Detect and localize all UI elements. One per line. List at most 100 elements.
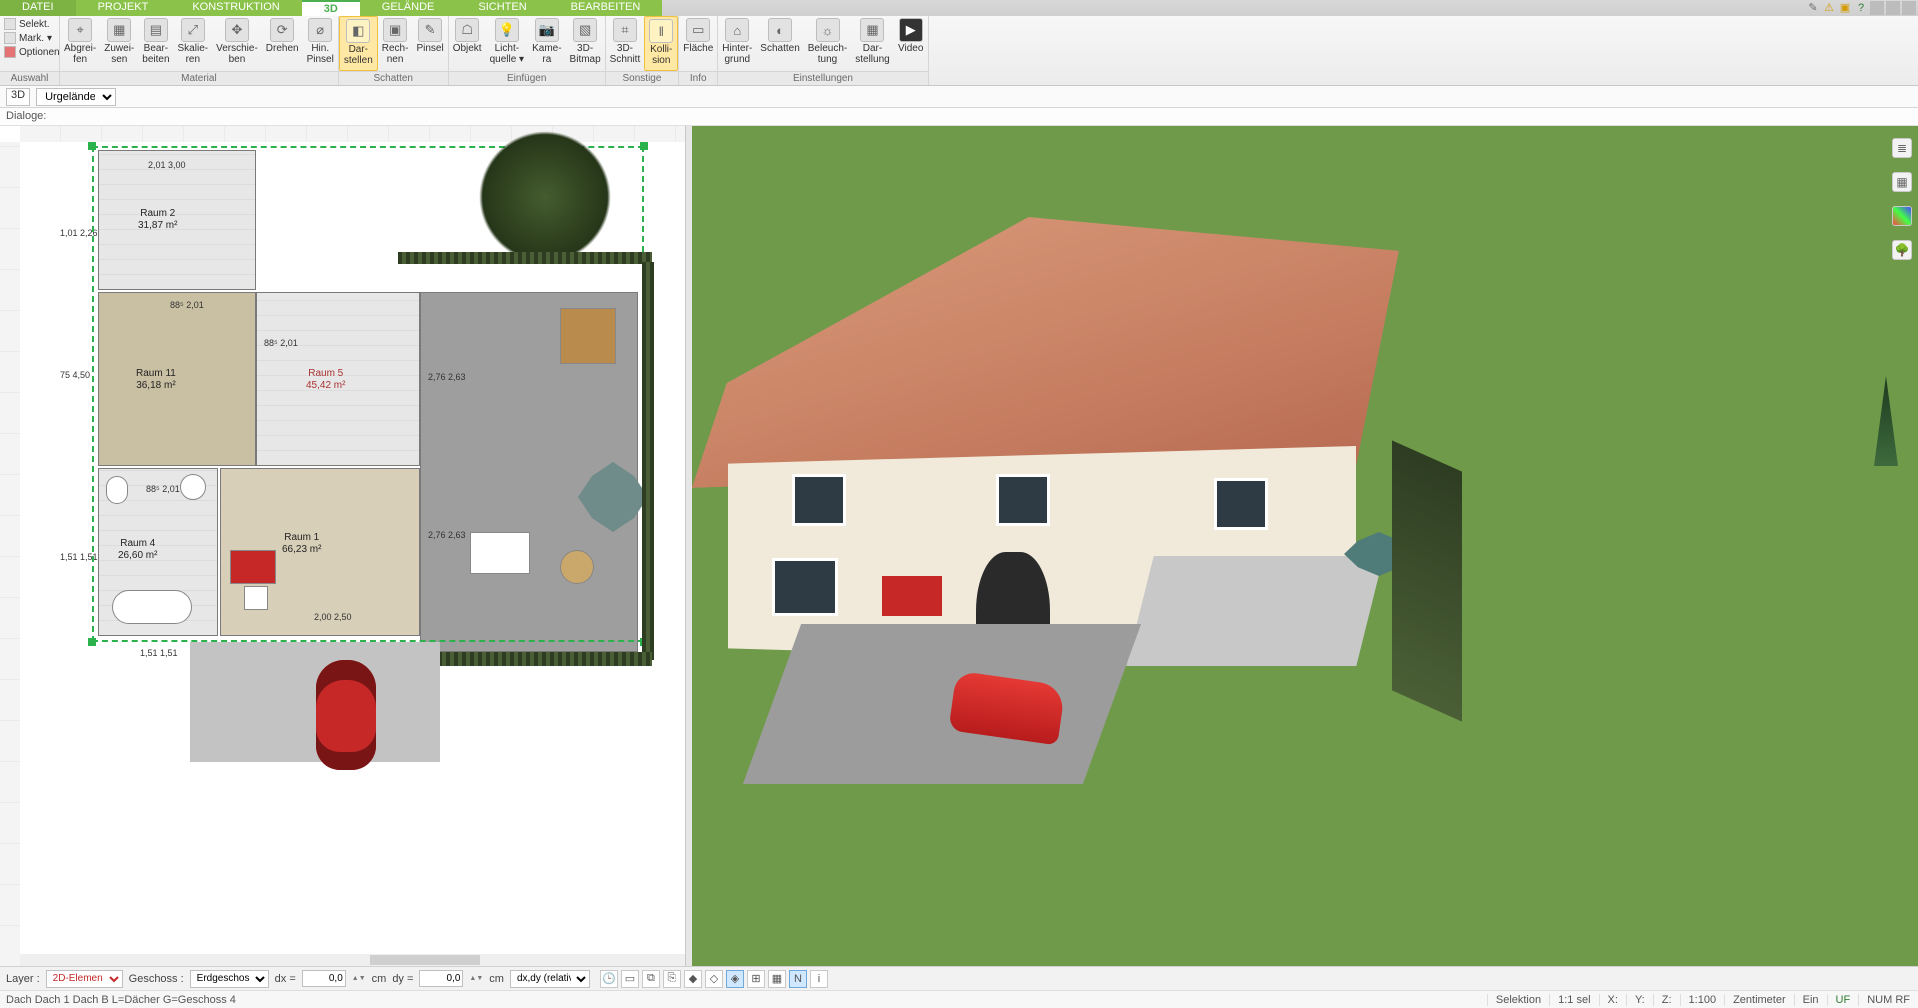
hedge-top [398,252,652,264]
3d-view[interactable]: ≣ ▦ 🌳 [692,126,1918,966]
armchair-icon[interactable]: ▦ [1892,172,1912,192]
kamera-button[interactable]: 📷Kame- ra [528,16,565,71]
geschoss-label: Geschoss : [129,973,184,985]
plan-scrollbar-h[interactable] [20,954,685,966]
tab-projekt[interactable]: PROJEKT [76,0,171,16]
group-label-auswahl: Auswahl [0,71,59,85]
tab-bearbeiten[interactable]: BEARBEITEN [549,0,663,16]
layer-label: Layer : [6,973,40,985]
close-button[interactable] [1902,1,1916,15]
tab-sichten[interactable]: SICHTEN [456,0,548,16]
clock-icon[interactable]: 🕒 [600,970,618,988]
objekt-button[interactable]: ☖Objekt [449,16,486,71]
snap3-icon[interactable]: ◈ [726,970,744,988]
screen-icon[interactable]: ▭ [621,970,639,988]
maximize-button[interactable] [1886,1,1900,15]
status-ein: Ein [1794,994,1827,1006]
cursor-icon [4,18,16,30]
main-split: 1,01 2,26 75 4,50 1,51 1,51 Raum 231,87 … [0,126,1918,966]
handle-tr[interactable] [640,142,648,150]
lichtquelle-button[interactable]: 💡Licht- quelle ▾ [486,16,529,71]
rechnen-button[interactable]: ▣Rech- nen [378,16,413,71]
tab-3d[interactable]: 3D [302,0,360,16]
info-icon[interactable]: i [810,970,828,988]
snap4-icon[interactable]: ⊞ [747,970,765,988]
schnitt-button[interactable]: ⌗3D- Schnitt [606,16,645,71]
cube-icon: ◧ [346,19,370,43]
bitmap-icon: ▧ [573,18,597,42]
rotate-icon: ⟳ [270,18,294,42]
dy-input[interactable] [419,970,463,987]
tree-tool-icon[interactable]: 🌳 [1892,240,1912,260]
dx-spinner[interactable]: ▲▼ [352,975,366,982]
group-label-sonstige: Sonstige [606,71,679,85]
skalieren-button[interactable]: ⤢Skalie- ren [174,16,213,71]
snap2-icon[interactable]: ◇ [705,970,723,988]
tab-konstruktion[interactable]: KONSTRUKTION [170,0,301,16]
group-label-einstellungen: Einstellungen [718,71,927,85]
darstellung-button[interactable]: ▦Dar- stellung [851,16,893,71]
handle-bl[interactable] [88,638,96,646]
folder-icon[interactable]: ▣ [1838,1,1852,15]
minimize-button[interactable] [1870,1,1884,15]
snap-icons: 🕒 ▭ ⧉ ⎘ ◆ ◇ ◈ ⊞ ▦ N i [600,970,828,988]
tab-gelaende[interactable]: GELÄNDE [360,0,457,16]
bearbeiten-button[interactable]: ▤Bear- beiten [138,16,173,71]
n-toggle[interactable]: N [789,970,807,988]
move-icon: ✥ [225,18,249,42]
zuweisen-button[interactable]: ▦Zuwei- sen [100,16,138,71]
pencil-icon[interactable]: ✎ [1806,1,1820,15]
darstellen-button[interactable]: ◧Dar- stellen [339,16,378,71]
geschoss-select[interactable]: Erdgeschos [190,970,269,988]
schatten2-button[interactable]: ◐Schatten [756,16,803,71]
pinsel-button[interactable]: ✎Pinsel [412,16,447,71]
plan-scroll-thumb[interactable] [370,955,480,965]
tab-datei[interactable]: DATEI [0,0,76,16]
view-mode[interactable]: 3D [6,88,30,106]
abgreifen-button[interactable]: ⌖Abgrei- fen [60,16,100,71]
drehen-button[interactable]: ⟳Drehen [262,16,303,71]
snap1-icon[interactable]: ◆ [684,970,702,988]
group-icon[interactable]: ⧉ [642,970,660,988]
selekt-button[interactable]: Selekt. [4,18,60,30]
area-icon: ▭ [686,18,710,42]
window-u2 [996,474,1050,526]
chair-icon: ☖ [455,18,479,42]
palette-icon[interactable] [1892,206,1912,226]
help-icon[interactable]: ? [1854,1,1868,15]
dialog-row: Dialoge: [0,108,1918,126]
brush-icon: ⌀ [308,18,332,42]
status-unit: Zentimeter [1724,994,1794,1006]
layer-select[interactable]: 2D-Elemen [46,970,123,988]
terrain-layer-select[interactable]: Urgelände [36,88,116,106]
floor-plan[interactable]: 1,01 2,26 75 4,50 1,51 1,51 Raum 231,87 … [20,142,677,958]
layers-icon[interactable]: ≣ [1892,138,1912,158]
flaeche-button[interactable]: ▭Fläche [679,16,717,71]
3d-scene[interactable] [692,126,1918,966]
copy-icon[interactable]: ⎘ [663,970,681,988]
dx-input[interactable] [302,970,346,987]
window-u1 [792,474,846,526]
coord-mode-select[interactable]: dx,dy (relativ ka [510,970,590,988]
kollision-button[interactable]: ‖Kolli- sion [644,16,678,71]
bulb-icon: 💡 [495,18,519,42]
brush2-icon: ✎ [418,18,442,42]
section-icon: ⌗ [613,18,637,42]
grid-icon[interactable]: ▦ [768,970,786,988]
status-left: Dach Dach 1 Dach B L=Dächer G=Geschoss 4 [0,994,242,1006]
bitmap-button[interactable]: ▧3D- Bitmap [566,16,605,71]
group-label-schatten: Schatten [339,71,448,85]
mark-button[interactable]: Mark. ▾ [4,32,60,44]
display-icon: ▦ [860,18,884,42]
plan-view[interactable]: 1,01 2,26 75 4,50 1,51 1,51 Raum 231,87 … [0,126,686,966]
verschieben-button[interactable]: ✥Verschie- ben [212,16,262,71]
dy-spinner[interactable]: ▲▼ [469,975,483,982]
auswahl-group-buttons: Selekt. Mark. ▾ Optionen [0,16,64,71]
hintergrund-button[interactable]: ⌂Hinter- grund [718,16,756,71]
hinpinsel-button[interactable]: ⌀Hin. Pinsel [303,16,338,71]
warning-icon[interactable]: ⚠ [1822,1,1836,15]
handle-tl[interactable] [88,142,96,150]
video-button[interactable]: ▶Video [894,16,928,71]
optionen-button[interactable]: Optionen [4,46,60,58]
beleuchtung-button[interactable]: ☼Beleuch- tung [804,16,851,71]
